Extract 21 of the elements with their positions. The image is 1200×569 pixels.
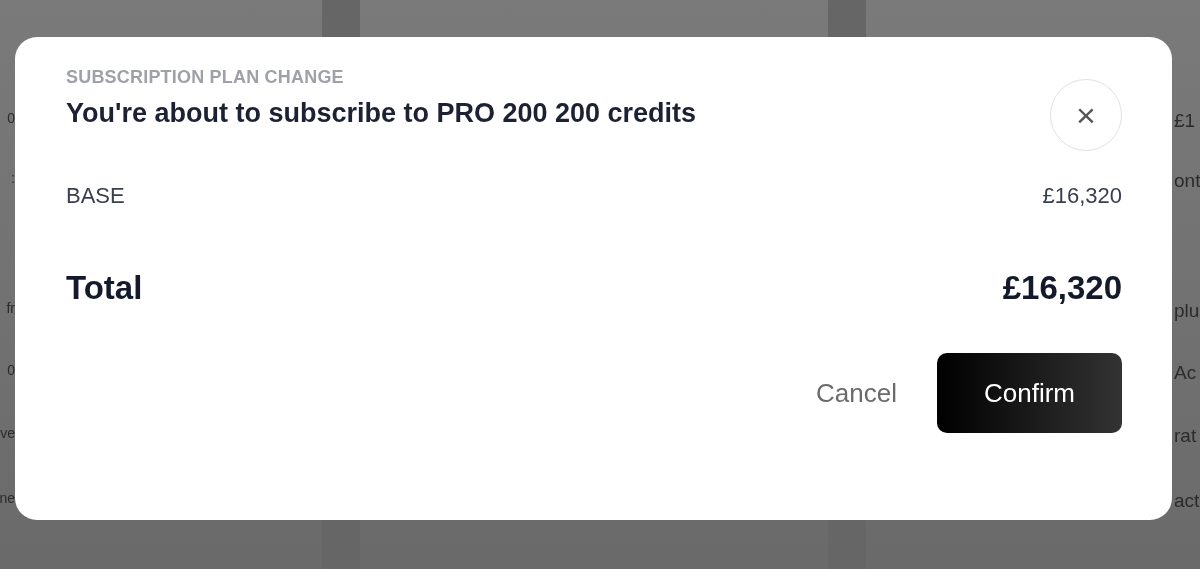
background-text: act — [1174, 490, 1200, 512]
background-text: 0 — [7, 362, 15, 378]
total-label: Total — [66, 269, 143, 307]
background-text: ne — [0, 490, 15, 506]
background-text: rat — [1174, 425, 1197, 447]
background-text: : — [11, 170, 15, 186]
background-text: fr — [6, 300, 15, 316]
background-text: £1 — [1174, 110, 1196, 132]
dialog-title: You're about to subscribe to PRO 200 200 credits — [66, 98, 697, 129]
line-item-label: BASE — [66, 183, 125, 209]
close-button[interactable]: × — [1050, 79, 1122, 151]
dialog-eyebrow: SUBSCRIPTION PLAN CHANGE — [66, 67, 345, 88]
background-text: ont — [1174, 170, 1200, 192]
background-text: Ac — [1174, 362, 1197, 384]
cancel-button[interactable]: Cancel — [816, 377, 897, 409]
background-text: ve — [0, 425, 15, 441]
background-text: plu — [1174, 300, 1200, 322]
confirm-button[interactable]: Confirm — [937, 353, 1122, 433]
line-item-amount: £16,320 — [1042, 183, 1122, 209]
background-text: 0 — [7, 110, 15, 126]
total-amount: £16,320 — [1002, 269, 1122, 307]
